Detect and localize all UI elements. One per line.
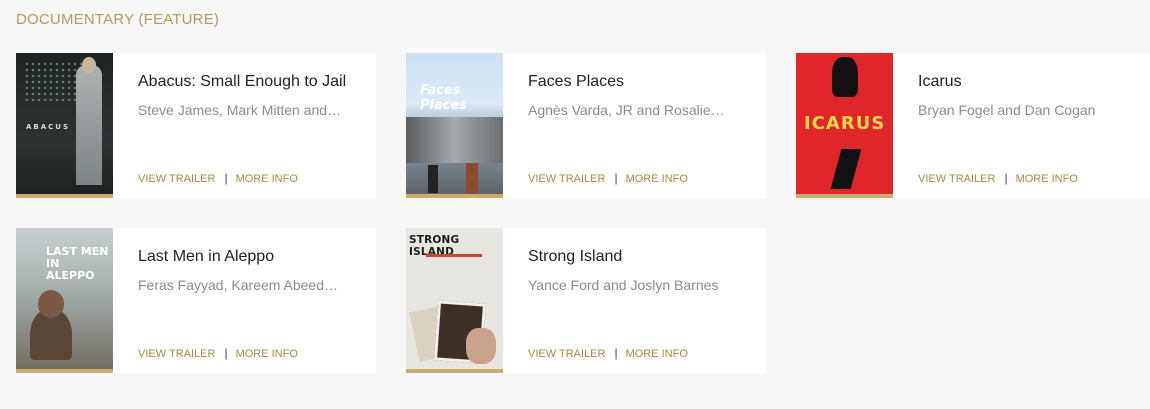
film-card-last-men-in-aleppo: LAST MEN IN ALEPPO Last Men in Aleppo Fe… [16, 228, 376, 373]
poster-image[interactable]: ABACUS [16, 53, 113, 198]
more-info-link[interactable]: MORE INFO [236, 348, 298, 360]
view-trailer-link[interactable]: VIEW TRAILER [138, 173, 215, 185]
film-card-faces-places: Faces Places Faces Places Agnès Varda, J… [406, 53, 766, 198]
poster-title-text: Faces Places [420, 83, 468, 113]
film-title: Faces Places [528, 73, 625, 90]
film-card-icarus: ICARUS Icarus Bryan Fogel and Dan Cogan … [796, 53, 1150, 198]
poster-title-text: ABACUS [26, 123, 71, 131]
poster-image[interactable]: STRONG ISLAND [406, 228, 503, 373]
link-separator: | [1004, 171, 1008, 185]
link-separator: | [224, 346, 228, 360]
film-nominees: Yance Ford and Joslyn Barnes [528, 277, 719, 293]
film-title: Abacus: Small Enough to Jail [138, 73, 347, 90]
film-title: Last Men in Aleppo [138, 248, 275, 265]
film-nominees: Feras Fayyad, Kareem Abeed… [138, 277, 338, 293]
more-info-link[interactable]: MORE INFO [626, 173, 688, 185]
film-nominees: Agnès Varda, JR and Rosalie… [528, 102, 725, 118]
poster-image[interactable]: ICARUS [796, 53, 893, 198]
poster-image[interactable]: LAST MEN IN ALEPPO [16, 228, 113, 373]
poster-title-text: ICARUS [804, 113, 886, 134]
view-trailer-link[interactable]: VIEW TRAILER [528, 173, 605, 185]
poster-title-text: LAST MEN IN ALEPPO [46, 245, 109, 282]
more-info-link[interactable]: MORE INFO [236, 173, 298, 185]
view-trailer-link[interactable]: VIEW TRAILER [528, 348, 605, 360]
view-trailer-link[interactable]: VIEW TRAILER [918, 173, 995, 185]
more-info-link[interactable]: MORE INFO [1016, 173, 1078, 185]
link-separator: | [614, 171, 618, 185]
poster-image[interactable]: Faces Places [406, 53, 503, 198]
film-title: Strong Island [528, 248, 623, 265]
section-title: DOCUMENTARY (FEATURE) [16, 11, 220, 28]
film-card-abacus: ABACUS Abacus: Small Enough to Jail Stev… [16, 53, 376, 198]
film-nominees: Steve James, Mark Mitten and… [138, 102, 342, 118]
link-separator: | [614, 346, 618, 360]
link-separator: | [224, 171, 228, 185]
view-trailer-link[interactable]: VIEW TRAILER [138, 348, 215, 360]
more-info-link[interactable]: MORE INFO [626, 348, 688, 360]
film-card-strong-island: STRONG ISLAND Strong Island Yance Ford a… [406, 228, 766, 373]
film-title: Icarus [918, 73, 962, 90]
film-nominees: Bryan Fogel and Dan Cogan [918, 102, 1096, 118]
